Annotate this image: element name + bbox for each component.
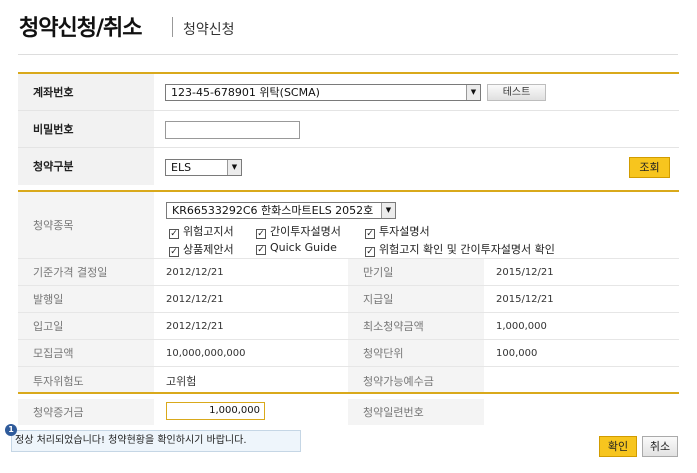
account-label: 계좌번호 bbox=[18, 74, 154, 110]
detail-row: 모집금액 10,000,000,000 청약단위 100,000 bbox=[18, 340, 679, 367]
subscription-type-value: ELS bbox=[171, 161, 192, 174]
detail-row: 투자위험도 고위험 청약가능예수금 bbox=[18, 367, 679, 394]
check-product-proposal[interactable]: ✓ 상품제안서 bbox=[169, 241, 234, 257]
item-label: 청약종목 bbox=[18, 192, 154, 258]
password-row: 비밀번호 bbox=[18, 111, 679, 148]
info-badge-icon: 1 bbox=[5, 424, 17, 436]
title-divider bbox=[172, 17, 173, 37]
test-button[interactable]: 테스트 bbox=[487, 84, 546, 101]
deposit-amount-input[interactable]: 1,000,000 bbox=[166, 402, 265, 420]
base-price-date-label: 기준가격 결정일 bbox=[18, 259, 154, 285]
page-title: 청약신청/취소 bbox=[19, 16, 142, 41]
deposit-label: 청약증거금 bbox=[18, 399, 154, 425]
subscription-type-select[interactable]: ELS ▼ bbox=[165, 159, 242, 176]
chevron-down-icon: ▼ bbox=[381, 203, 395, 218]
item-select-value: KR66533292C6 한화스마트ELS 2052호 bbox=[172, 204, 374, 217]
risk-level-value: 고위험 bbox=[166, 374, 197, 388]
maturity-date-label: 만기일 bbox=[348, 259, 484, 285]
password-input[interactable] bbox=[165, 121, 300, 139]
check-quick-guide[interactable]: ✓ Quick Guide bbox=[256, 241, 337, 255]
password-label: 비밀번호 bbox=[18, 111, 154, 147]
check-prospectus[interactable]: ✓ 투자설명서 bbox=[365, 223, 430, 239]
cancel-button[interactable]: 취소 bbox=[642, 436, 678, 457]
checkbox-icon: ✓ bbox=[365, 247, 375, 257]
chevron-down-icon: ▼ bbox=[227, 160, 241, 175]
checkbox-icon: ✓ bbox=[169, 229, 179, 239]
unit-label: 청약단위 bbox=[348, 340, 484, 366]
header-divider bbox=[18, 54, 678, 55]
base-price-date-value: 2012/12/21 bbox=[166, 266, 224, 278]
item-row: 청약종목 KR66533292C6 한화스마트ELS 2052호 ▼ ✓ 위험고지… bbox=[18, 192, 679, 259]
maturity-date-value: 2015/12/21 bbox=[496, 266, 554, 278]
confirm-button[interactable]: 확인 bbox=[599, 436, 637, 457]
check-risk-confirm[interactable]: ✓ 위험고지 확인 및 간이투자설명서 확인 bbox=[365, 241, 555, 257]
account-form: 계좌번호 123-45-678901 위탁(SCMA) ▼ 테스트 비밀번호 청… bbox=[18, 72, 679, 185]
item-select[interactable]: KR66533292C6 한화스마트ELS 2052호 ▼ bbox=[166, 202, 396, 219]
issue-date-label: 발행일 bbox=[18, 286, 154, 312]
detail-row: 기준가격 결정일 2012/12/21 만기일 2015/12/21 bbox=[18, 259, 679, 286]
subscription-type-row: 청약구분 ELS ▼ 조회 bbox=[18, 148, 679, 185]
checkbox-icon: ✓ bbox=[256, 245, 266, 255]
product-detail-table: 청약종목 KR66533292C6 한화스마트ELS 2052호 ▼ ✓ 위험고지… bbox=[18, 190, 679, 394]
checkbox-icon: ✓ bbox=[365, 229, 375, 239]
account-row: 계좌번호 123-45-678901 위탁(SCMA) ▼ 테스트 bbox=[18, 74, 679, 111]
detail-row: 입고일 2012/12/21 최소청약금액 1,000,000 bbox=[18, 313, 679, 340]
inquiry-button[interactable]: 조회 bbox=[629, 157, 670, 178]
subscription-type-label: 청약구분 bbox=[18, 148, 154, 185]
page-subtitle: 청약신청 bbox=[183, 22, 235, 38]
available-deposit-value bbox=[484, 367, 679, 394]
deposit-date-label: 입고일 bbox=[18, 313, 154, 339]
min-amount-label: 최소청약금액 bbox=[348, 313, 484, 339]
page-header: 청약신청/취소 청약신청 bbox=[0, 0, 697, 55]
account-select[interactable]: 123-45-678901 위탁(SCMA) ▼ bbox=[165, 84, 481, 101]
status-message: 정상 처리되었습니다! 청약현황을 확인하시기 바랍니다. bbox=[11, 430, 301, 452]
unit-value: 100,000 bbox=[496, 347, 538, 359]
serial-number-label: 청약일련번호 bbox=[348, 399, 484, 425]
account-select-value: 123-45-678901 위탁(SCMA) bbox=[171, 86, 320, 99]
offering-amount-value: 10,000,000,000 bbox=[166, 347, 246, 359]
issue-date-value: 2012/12/21 bbox=[166, 293, 224, 305]
risk-level-label: 투자위험도 bbox=[18, 367, 154, 394]
min-amount-value: 1,000,000 bbox=[496, 320, 547, 332]
checkbox-icon: ✓ bbox=[169, 247, 179, 257]
detail-row: 발행일 2012/12/21 지급일 2015/12/21 bbox=[18, 286, 679, 313]
check-risk-notice[interactable]: ✓ 위험고지서 bbox=[169, 223, 234, 239]
payment-date-value: 2015/12/21 bbox=[496, 293, 554, 305]
offering-amount-label: 모집금액 bbox=[18, 340, 154, 366]
chevron-down-icon: ▼ bbox=[466, 85, 480, 100]
payment-date-label: 지급일 bbox=[348, 286, 484, 312]
deposit-row: 청약증거금 1,000,000 청약일련번호 bbox=[18, 399, 679, 425]
checkbox-icon: ✓ bbox=[256, 229, 266, 239]
available-deposit-label: 청약가능예수금 bbox=[348, 367, 484, 394]
deposit-date-value: 2012/12/21 bbox=[166, 320, 224, 332]
serial-number-value bbox=[484, 399, 679, 425]
check-simple-prospectus[interactable]: ✓ 간이투자설명서 bbox=[256, 223, 341, 239]
section-divider bbox=[18, 392, 679, 394]
